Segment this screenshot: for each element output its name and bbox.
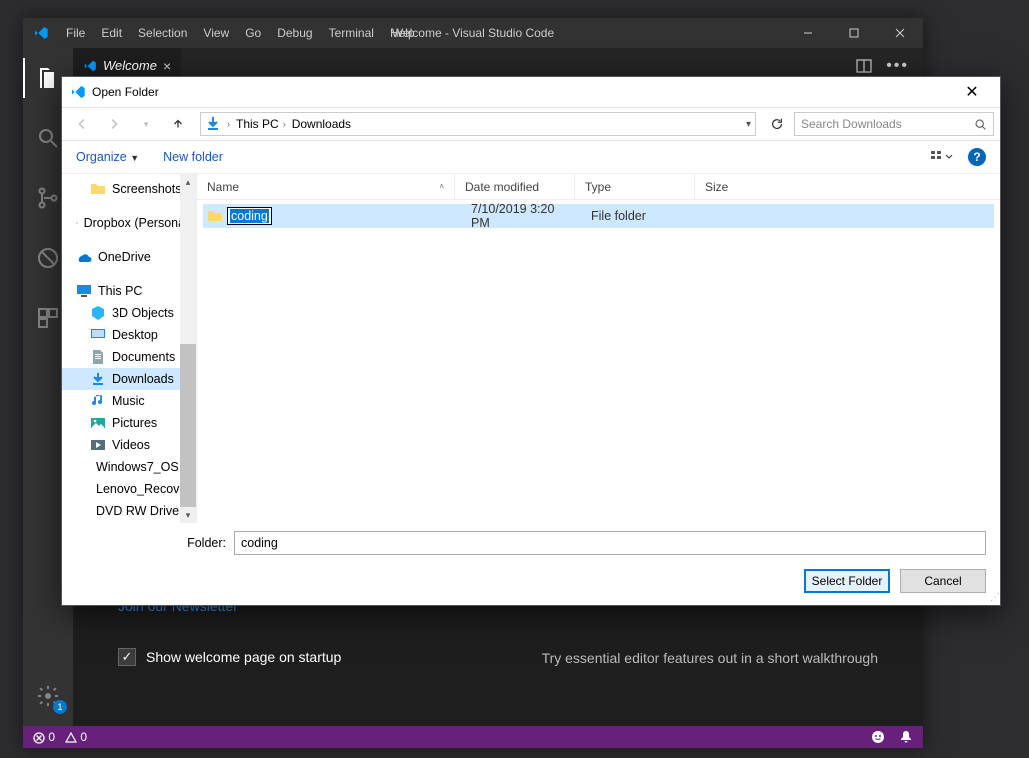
tree-lenovo-recovery[interactable]: Lenovo_Recovery <box>62 478 196 500</box>
crumb-downloads[interactable]: Downloads <box>292 117 351 131</box>
address-history-button[interactable]: ▾ <box>746 119 751 130</box>
tree-3d-objects[interactable]: 3D Objects <box>62 302 196 324</box>
window-maximize-button[interactable] <box>831 18 877 48</box>
dialog-search-input[interactable]: Search Downloads <box>794 112 994 136</box>
dialog-bottom-bar: Folder: Select Folder Cancel ⋰ <box>62 523 1000 605</box>
search-placeholder: Search Downloads <box>801 117 902 131</box>
column-headers: Name˄ Date modified Type Size <box>197 174 1000 200</box>
tree-screenshots[interactable]: Screenshots <box>62 178 196 200</box>
tree-videos[interactable]: Videos <box>62 434 196 456</box>
open-folder-dialog: Open Folder ✕ ▾ › This PC› Downloads ▾ S… <box>61 76 1001 606</box>
dialog-toolbar: Organize ▼ New folder ? <box>62 141 1000 173</box>
refresh-button[interactable] <box>764 112 790 136</box>
folder-label: Folder: <box>76 536 226 550</box>
window-minimize-button[interactable] <box>785 18 831 48</box>
nav-recent-button[interactable]: ▾ <box>132 111 160 137</box>
more-actions-icon[interactable]: ••• <box>886 57 909 75</box>
nav-back-button[interactable] <box>68 111 96 137</box>
menu-terminal[interactable]: Terminal <box>321 26 382 40</box>
folder-icon <box>207 208 223 224</box>
tree-pictures[interactable]: Pictures <box>62 412 196 434</box>
file-list-pane: Name˄ Date modified Type Size coding 7/1… <box>197 174 1000 523</box>
nav-forward-button[interactable] <box>100 111 128 137</box>
tree-music[interactable]: Music <box>62 390 196 412</box>
tree-dvd-drive[interactable]: DVD RW Drive (E:) <box>62 500 196 522</box>
menu-file[interactable]: File <box>58 26 93 40</box>
tree-scroll-thumb[interactable] <box>180 344 196 514</box>
status-errors[interactable]: 0 <box>33 730 55 744</box>
status-bar: 0 0 <box>23 726 923 748</box>
menu-bar: File Edit Selection View Go Debug Termin… <box>58 26 423 40</box>
tab-label: Welcome <box>103 58 157 73</box>
tree-thispc[interactable]: This PC <box>62 280 196 302</box>
organize-button[interactable]: Organize ▼ <box>76 150 139 164</box>
status-feedback-icon[interactable] <box>871 730 885 744</box>
tree-desktop[interactable]: Desktop <box>62 324 196 346</box>
dialog-title: Open Folder <box>92 85 159 99</box>
status-warnings-count: 0 <box>80 730 87 744</box>
select-folder-button[interactable]: Select Folder <box>804 569 890 593</box>
vscode-app-icon <box>70 84 86 100</box>
show-welcome-checkbox[interactable]: ✓ <box>118 648 136 666</box>
tree-onedrive[interactable]: OneDrive <box>62 246 196 268</box>
tree-documents[interactable]: Documents <box>62 346 196 368</box>
address-bar[interactable]: › This PC› Downloads ▾ <box>200 112 756 136</box>
tree-windows7-os[interactable]: Windows7_OS (C:) <box>62 456 196 478</box>
split-editor-icon[interactable] <box>856 58 872 74</box>
window-title: Welcome - Visual Studio Code <box>392 26 554 40</box>
show-welcome-label: Show welcome page on startup <box>146 649 341 665</box>
menu-go[interactable]: Go <box>237 26 269 40</box>
col-name[interactable]: Name˄ <box>197 174 455 199</box>
resize-grip[interactable]: ⋰ <box>990 592 998 603</box>
help-button[interactable]: ? <box>968 148 986 166</box>
new-folder-button[interactable]: New folder <box>163 150 223 164</box>
playground-description: Try essential editor features out in a s… <box>542 650 878 666</box>
dialog-close-button[interactable]: ✕ <box>952 82 992 102</box>
folder-name-input[interactable] <box>234 531 986 555</box>
view-options-button[interactable] <box>930 149 954 165</box>
status-errors-count: 0 <box>48 730 55 744</box>
folder-tree[interactable]: Screenshots Dropbox (Personal) OneDrive … <box>62 174 197 523</box>
dialog-nav-bar: ▾ › This PC› Downloads ▾ Search Download… <box>62 107 1000 141</box>
status-warnings[interactable]: 0 <box>65 730 87 744</box>
col-date[interactable]: Date modified <box>455 174 575 199</box>
dialog-title-bar: Open Folder ✕ <box>62 77 1000 107</box>
tree-dropbox[interactable]: Dropbox (Personal) <box>62 212 196 234</box>
vscode-app-icon <box>23 25 58 41</box>
search-icon <box>974 118 987 131</box>
menu-edit[interactable]: Edit <box>93 26 130 40</box>
file-date: 7/10/2019 3:20 PM <box>461 202 581 230</box>
tab-close-icon[interactable]: × <box>163 58 171 74</box>
tree-downloads[interactable]: Downloads <box>62 368 196 390</box>
settings-badge: 1 <box>53 700 67 714</box>
menu-view[interactable]: View <box>195 26 237 40</box>
download-arrow-icon <box>205 116 221 132</box>
col-type[interactable]: Type <box>575 174 695 199</box>
crumb-thispc[interactable]: This PC <box>236 117 279 131</box>
cancel-button[interactable]: Cancel <box>900 569 986 593</box>
title-bar: File Edit Selection View Go Debug Termin… <box>23 18 923 48</box>
status-bell-icon[interactable] <box>899 730 913 744</box>
tree-scroll-up[interactable]: ▴ <box>180 174 196 190</box>
menu-debug[interactable]: Debug <box>269 26 320 40</box>
window-close-button[interactable] <box>877 18 923 48</box>
menu-selection[interactable]: Selection <box>130 26 195 40</box>
tree-scroll-down[interactable]: ▾ <box>180 507 196 523</box>
col-size[interactable]: Size <box>695 174 1000 199</box>
file-row-coding[interactable]: coding 7/10/2019 3:20 PM File folder <box>203 204 994 228</box>
file-type: File folder <box>581 209 701 223</box>
nav-up-button[interactable] <box>164 111 192 137</box>
activity-settings-icon[interactable]: 1 <box>23 676 73 716</box>
folder-rename-input[interactable]: coding <box>227 207 272 225</box>
